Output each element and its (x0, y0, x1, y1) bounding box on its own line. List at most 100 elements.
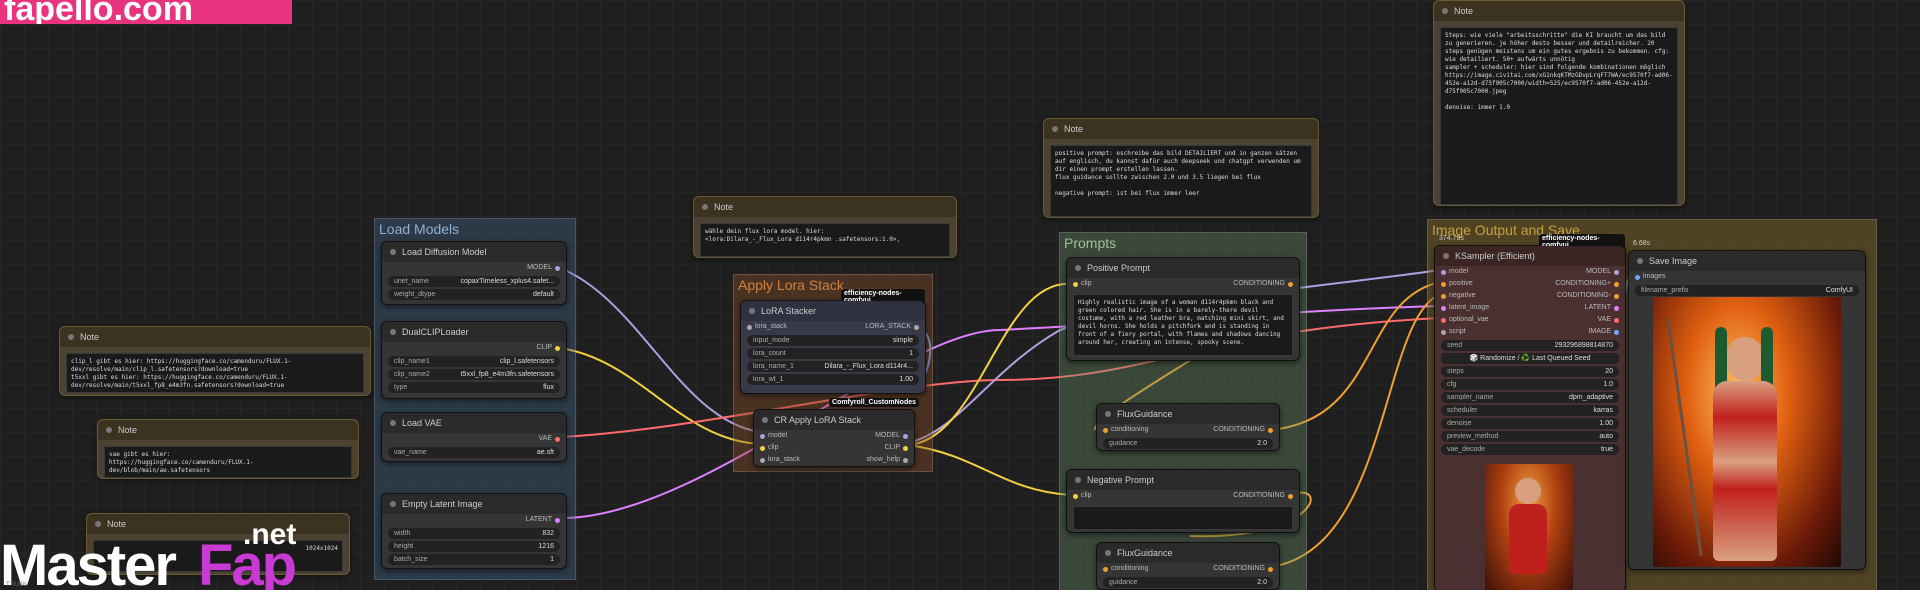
note-text[interactable]: vae gibt es hier: https://huggingface.co… (104, 446, 352, 478)
positive-prompt-textarea[interactable]: Highly realistic image of a woman d114r4… (1073, 294, 1293, 356)
output-show-help[interactable]: show_help (867, 454, 909, 466)
note-prompts[interactable]: Note positive prompt: eschreibe das bild… (1043, 118, 1319, 218)
input-latent-image[interactable]: latent_image (1441, 302, 1489, 314)
input-model[interactable]: model (1441, 266, 1468, 278)
output-clip[interactable]: CLIP (884, 442, 908, 454)
widget-filename-prefix[interactable]: filename_prefix ComfyUI (1635, 285, 1859, 296)
output-conditioning-plus[interactable]: CONDITIONING+ (1555, 278, 1619, 290)
input-images[interactable]: images (1635, 271, 1666, 283)
output-latent[interactable]: LATENT (1585, 302, 1620, 314)
note-text[interactable]: clip_l gibt es hier: https://huggingface… (66, 353, 364, 393)
output-conditioning-minus[interactable]: CONDITIONING- (1557, 290, 1620, 302)
node-canvas[interactable]: Load Models Apply Lora Stack Prompts Ima… (0, 0, 1920, 590)
output-model[interactable]: MODEL (1586, 266, 1619, 278)
note-sampler[interactable]: Note Steps: wie viele "arbeitsschritte" … (1433, 0, 1685, 206)
input-negative[interactable]: negative (1441, 290, 1475, 302)
input-script[interactable]: script (1441, 326, 1466, 338)
widget-lora-wt-1[interactable]: lora_wt_1 1.00 (747, 374, 919, 385)
widget-label: clip_name1 (394, 358, 430, 365)
widget-vae-decode[interactable]: vae_decode true (1441, 444, 1619, 455)
input-conditioning[interactable]: conditioning (1103, 424, 1148, 436)
widget-clip-name2[interactable]: clip_name2 t5xxl_fp8_e4m3fn.safetensors (388, 369, 560, 380)
widget-type[interactable]: type flux (388, 382, 560, 393)
widget-guidance[interactable]: guidance 2.0 (1103, 438, 1273, 449)
watermark-bottom: Master Fap .net (0, 518, 300, 590)
output-model[interactable]: MODEL (527, 262, 560, 274)
widget-lora-name-1[interactable]: lora_name_1 Dilara_-_Flux_Lora d114r4... (747, 361, 919, 372)
input-optional-vae[interactable]: optional_vae (1441, 314, 1489, 326)
node-ksampler-efficient[interactable]: efficiency-nodes-comfyui 374.79s KSample… (1434, 234, 1626, 590)
input-positive[interactable]: positive (1441, 278, 1473, 290)
widget-height[interactable]: height 1216 (388, 541, 560, 552)
widget-cfg[interactable]: cfg 1.0 (1441, 379, 1619, 390)
output-conditioning[interactable]: CONDITIONING (1233, 490, 1293, 502)
input-clip[interactable]: clip (1073, 278, 1092, 290)
randomize-seed-button[interactable]: 🎲 Randomize / ♻️ Last Queued Seed (1441, 353, 1619, 364)
note-text[interactable]: Steps: wie viele "arbeitsschritte" die K… (1440, 27, 1678, 205)
widget-width[interactable]: width 832 (388, 528, 560, 539)
node-load-vae[interactable]: Load VAE VAE vae_name ae.sft (381, 412, 567, 462)
input-lora-stack[interactable]: lora_stack (760, 454, 800, 466)
node-load-diffusion-model[interactable]: Load Diffusion Model MODEL unet_name copa… (381, 241, 567, 305)
node-title: Load Diffusion Model (382, 242, 566, 262)
widget-vae-name[interactable]: vae_name ae.sft (388, 447, 560, 458)
group-title: Image Output and Save (1432, 222, 1580, 238)
widget-steps[interactable]: steps 20 (1441, 366, 1619, 377)
widget-label: unet_name (394, 278, 430, 285)
widget-value: 20 (1605, 368, 1613, 375)
widget-weight-dtype[interactable]: weight_dtype default (388, 289, 560, 300)
widget-batch-size[interactable]: batch_size 1 (388, 554, 560, 565)
input-model[interactable]: model (760, 430, 787, 442)
output-image[interactable] (1653, 297, 1841, 567)
widget-value: flux (543, 384, 554, 391)
node-cr-apply-lora-stack[interactable]: Comfyroll_CustomNodes CR Apply LoRA Stac… (753, 398, 920, 467)
node-title: Negative Prompt (1067, 470, 1299, 490)
widget-clip-name1[interactable]: clip_name1 clip_l.safetensors (388, 356, 560, 367)
output-image[interactable]: IMAGE (1588, 326, 1619, 338)
output-vae[interactable]: VAE (1598, 314, 1620, 326)
node-negative-prompt[interactable]: Negative Prompt clip CONDITIONING (1066, 469, 1300, 533)
widget-input-mode[interactable]: input_mode simple (747, 335, 919, 346)
input-clip[interactable]: clip (760, 442, 779, 454)
output-vae[interactable]: VAE (539, 433, 561, 445)
input-clip[interactable]: clip (1073, 490, 1092, 502)
output-conditioning[interactable]: CONDITIONING (1213, 563, 1273, 575)
output-conditioning[interactable]: CONDITIONING (1213, 424, 1273, 436)
widget-sampler-name[interactable]: sampler_name dpm_adaptive (1441, 392, 1619, 403)
output-clip[interactable]: CLIP (536, 342, 560, 354)
group-title: Prompts (1064, 235, 1117, 251)
widget-lora-count[interactable]: lora_count 1 (747, 348, 919, 359)
widget-value: t5xxl_fp8_e4m3fn.safetensors (460, 371, 554, 378)
pitchfork-shape (1666, 317, 1703, 557)
widget-denoise[interactable]: denoise 1.00 (1441, 418, 1619, 429)
widget-seed[interactable]: seed 293296898814870 (1441, 340, 1619, 351)
widget-preview-method[interactable]: preview_method auto (1441, 431, 1619, 442)
negative-prompt-textarea[interactable] (1073, 506, 1293, 530)
node-fluxguidance-negative[interactable]: FluxGuidance conditioning CONDITIONING gu… (1096, 542, 1280, 590)
node-empty-latent-image[interactable]: Empty Latent Image LATENT width 832 heigh… (381, 493, 567, 569)
node-positive-prompt[interactable]: Positive Prompt clip CONDITIONING Highly … (1066, 257, 1300, 361)
note-text[interactable]: positive prompt: eschreibe das bild DETA… (1050, 145, 1312, 217)
output-lora-stack[interactable]: LORA_STACK (865, 321, 919, 333)
node-save-image[interactable]: 6.68s Save Image images filename_prefix C… (1628, 240, 1866, 570)
node-title: Load VAE (382, 413, 566, 433)
widget-label: vae_decode (1447, 446, 1486, 453)
note-vae[interactable]: Note vae gibt es hier: https://huggingfa… (97, 419, 359, 479)
note-clip[interactable]: Note clip_l gibt es hier: https://huggin… (59, 326, 371, 396)
widget-scheduler[interactable]: scheduler karras (1441, 405, 1619, 416)
output-latent[interactable]: LATENT (526, 514, 561, 526)
output-conditioning[interactable]: CONDITIONING (1233, 278, 1293, 290)
preview-image[interactable] (1485, 464, 1573, 590)
input-lora-stack[interactable]: lora_stack (747, 321, 787, 333)
output-model[interactable]: MODEL (875, 430, 908, 442)
input-conditioning[interactable]: conditioning (1103, 563, 1148, 575)
node-lora-stacker[interactable]: efficiency-nodes-comfyui LoRA Stacker lo… (740, 289, 926, 394)
note-text[interactable]: wähle dein flux lora model. hier: <lora:… (700, 223, 950, 257)
widget-label: steps (1447, 368, 1464, 375)
figure-head-shape (1515, 478, 1541, 504)
widget-guidance[interactable]: guidance 2.0 (1103, 577, 1273, 588)
widget-unet-name[interactable]: unet_name copaxTimeless_xplus4.safet... (388, 276, 560, 287)
node-fluxguidance-positive[interactable]: FluxGuidance conditioning CONDITIONING gu… (1096, 403, 1280, 451)
node-dualcliploader[interactable]: DualCLIPLoader CLIP clip_name1 clip_l.saf… (381, 321, 567, 399)
note-lora[interactable]: Note wähle dein flux lora model. hier: <… (693, 196, 957, 258)
